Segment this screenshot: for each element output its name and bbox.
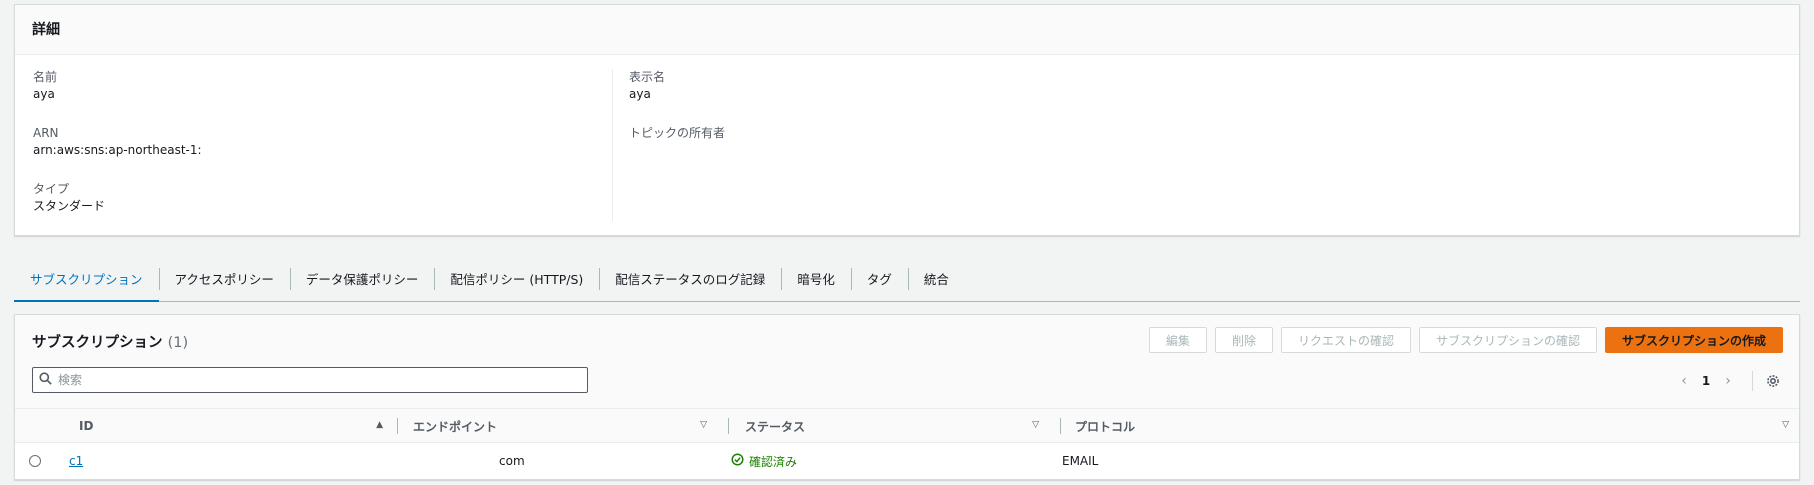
tab-access-policy[interactable]: アクセスポリシー	[158, 256, 290, 301]
status-badge: 確認済み	[731, 453, 797, 470]
subscriptions-title-text: サブスクリプション	[32, 335, 163, 351]
pagination-divider	[1752, 371, 1753, 391]
owner-field: トピックの所有者	[629, 125, 725, 163]
arn-label: ARN	[33, 126, 59, 140]
details-panel: 詳細 名前 aya ARN arn:aws:sns:ap-northeast-1…	[14, 4, 1800, 236]
column-divider	[728, 418, 729, 434]
confirm-request-button[interactable]: リクエストの確認	[1280, 327, 1411, 353]
details-title: 詳細	[15, 5, 1799, 55]
details-right-column: 表示名 aya トピックの所有者	[629, 69, 725, 181]
status-cell: 確認済み	[731, 443, 797, 479]
tab-subscriptions[interactable]: サブスクリプション	[14, 256, 159, 302]
subscriptions-count: (1)	[167, 335, 189, 351]
next-page-icon[interactable]: ›	[1716, 373, 1740, 389]
column-header-status[interactable]: ステータス ▽	[745, 409, 1045, 443]
confirm-subscription-button[interactable]: サブスクリプションの確認	[1418, 327, 1597, 353]
column-protocol-label: プロトコル	[1075, 419, 1136, 434]
name-field: 名前 aya	[33, 69, 612, 107]
subscriptions-panel: サブスクリプション (1) 編集 削除 リクエストの確認 サブスクリプションの確…	[14, 314, 1800, 480]
column-header-protocol[interactable]: プロトコル ▽	[1075, 409, 1795, 443]
type-value: スタンダード	[33, 199, 106, 213]
search-icon	[39, 372, 52, 388]
display-name-label: 表示名	[629, 70, 666, 84]
column-status-label: ステータス	[745, 419, 806, 434]
column-divider	[397, 418, 398, 434]
display-name-value: aya	[629, 87, 651, 101]
sort-ascending-icon[interactable]: ▲	[376, 420, 383, 430]
name-label: 名前	[33, 70, 58, 84]
delete-button[interactable]: 削除	[1214, 327, 1273, 353]
subscription-id-link[interactable]: c1	[69, 454, 83, 468]
display-name-field: 表示名 aya	[629, 69, 725, 107]
table-header: ID ▲ エンドポイント ▽ ステータス ▽ プロトコル ▽	[15, 409, 1799, 443]
previous-page-icon[interactable]: ‹	[1672, 373, 1696, 389]
tab-bar: サブスクリプション アクセスポリシー データ保護ポリシー 配信ポリシー (HTT…	[14, 256, 1800, 302]
name-value: aya	[33, 87, 55, 101]
gear-icon[interactable]	[1763, 371, 1783, 391]
sort-icon[interactable]: ▽	[700, 420, 707, 430]
subscription-actions: 編集 削除 リクエストの確認 サブスクリプションの確認 サブスクリプションの作成	[1148, 327, 1783, 353]
row-select-cell	[29, 443, 41, 479]
column-id-label: ID	[79, 419, 94, 433]
column-header-endpoint[interactable]: エンドポイント ▽	[413, 409, 713, 443]
protocol-cell: EMAIL	[1062, 454, 1099, 468]
arn-value: arn:aws:sns:ap-northeast-1:	[33, 143, 202, 157]
status-text: 確認済み	[749, 454, 798, 469]
table-row[interactable]: c1 com 確認済み EMAIL	[15, 443, 1799, 479]
row-radio-button[interactable]	[29, 455, 41, 467]
column-header-id[interactable]: ID ▲	[79, 409, 389, 443]
tab-encryption[interactable]: 暗号化	[781, 256, 851, 301]
type-field: タイプ スタンダード	[33, 181, 612, 219]
tab-delivery-status-logging[interactable]: 配信ステータスのログ記録	[599, 256, 781, 301]
type-label: タイプ	[33, 182, 70, 196]
details-left-column: 名前 aya ARN arn:aws:sns:ap-northeast-1: タ…	[33, 69, 613, 221]
column-endpoint-label: エンドポイント	[413, 419, 498, 434]
owner-label: トピックの所有者	[629, 126, 726, 140]
sort-icon[interactable]: ▽	[1032, 420, 1039, 430]
tab-integrations[interactable]: 統合	[907, 256, 965, 301]
tab-data-protection-policy[interactable]: データ保護ポリシー	[289, 256, 435, 301]
column-divider	[1060, 418, 1061, 434]
search-input[interactable]	[58, 373, 558, 387]
create-subscription-button[interactable]: サブスクリプションの作成	[1604, 327, 1783, 353]
sort-icon[interactable]: ▽	[1782, 420, 1789, 430]
current-page-number[interactable]: 1	[1696, 374, 1716, 388]
pagination: ‹ 1 ›	[1672, 371, 1783, 391]
subscriptions-header: サブスクリプション (1) 編集 削除 リクエストの確認 サブスクリプションの確…	[15, 315, 1799, 409]
tab-delivery-policy[interactable]: 配信ポリシー (HTTP/S)	[434, 256, 599, 301]
tab-tags[interactable]: タグ	[850, 256, 908, 301]
arn-field: ARN arn:aws:sns:ap-northeast-1:	[33, 125, 612, 163]
check-circle-icon	[731, 453, 744, 469]
edit-button[interactable]: 編集	[1148, 327, 1207, 353]
subscriptions-title: サブスクリプション (1)	[32, 331, 188, 352]
endpoint-cell: com	[499, 454, 525, 468]
id-cell: c1	[69, 443, 83, 479]
search-box[interactable]	[32, 367, 588, 393]
